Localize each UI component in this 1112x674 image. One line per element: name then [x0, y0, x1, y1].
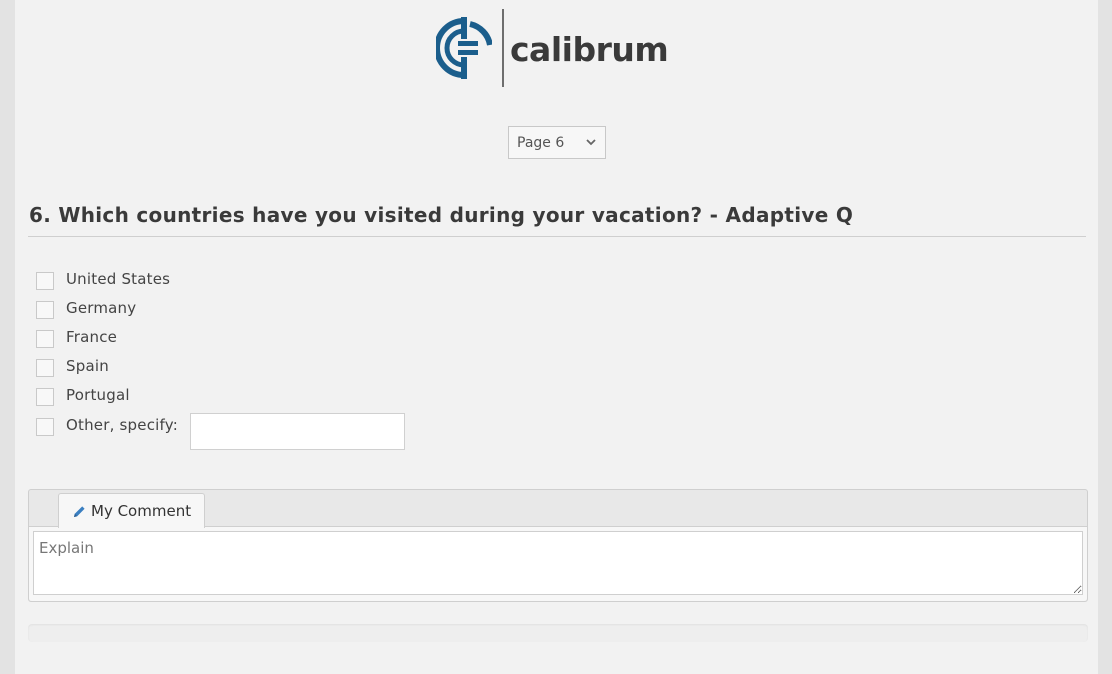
question-title: 6. Which countries have you visited duri…	[29, 203, 854, 227]
comment-tab-label: My Comment	[91, 502, 192, 520]
pencil-icon	[74, 505, 85, 517]
calibrum-logo: calibrum	[436, 8, 676, 88]
calibrum-logo-mark-icon	[436, 17, 492, 79]
option-checkbox[interactable]	[36, 388, 54, 406]
option-united-states[interactable]: United States	[36, 269, 171, 290]
option-checkbox[interactable]	[36, 418, 54, 436]
chevron-down-icon	[586, 139, 596, 146]
page-select[interactable]: Page 6	[508, 126, 606, 159]
survey-page: calibrum Page 6 6. Which countries have …	[15, 0, 1098, 674]
option-spain[interactable]: Spain	[36, 356, 109, 377]
option-label: Spain	[66, 357, 109, 375]
option-checkbox[interactable]	[36, 330, 54, 348]
option-label: Germany	[66, 299, 137, 317]
option-label: Portugal	[66, 386, 130, 404]
logo-text: calibrum	[510, 29, 669, 69]
option-germany[interactable]: Germany	[36, 298, 137, 319]
option-label: France	[66, 328, 118, 346]
option-portugal[interactable]: Portugal	[36, 385, 130, 406]
option-checkbox[interactable]	[36, 359, 54, 377]
comment-textarea[interactable]	[33, 531, 1083, 595]
comment-body	[29, 527, 1087, 601]
logo-divider	[502, 9, 504, 87]
option-label: United States	[66, 270, 171, 288]
page-select-value: Page 6	[517, 134, 565, 151]
question-divider	[28, 236, 1086, 237]
comment-tabs: My Comment	[29, 490, 1087, 528]
option-france[interactable]: France	[36, 327, 118, 348]
tab-my-comment[interactable]: My Comment	[58, 493, 205, 528]
option-checkbox[interactable]	[36, 272, 54, 290]
comment-panel: My Comment	[28, 489, 1088, 602]
option-other[interactable]: Other, specify:	[36, 415, 178, 436]
option-checkbox[interactable]	[36, 301, 54, 319]
progress-bar	[28, 624, 1088, 642]
option-label: Other, specify:	[66, 416, 178, 434]
other-specify-input[interactable]	[190, 413, 405, 450]
